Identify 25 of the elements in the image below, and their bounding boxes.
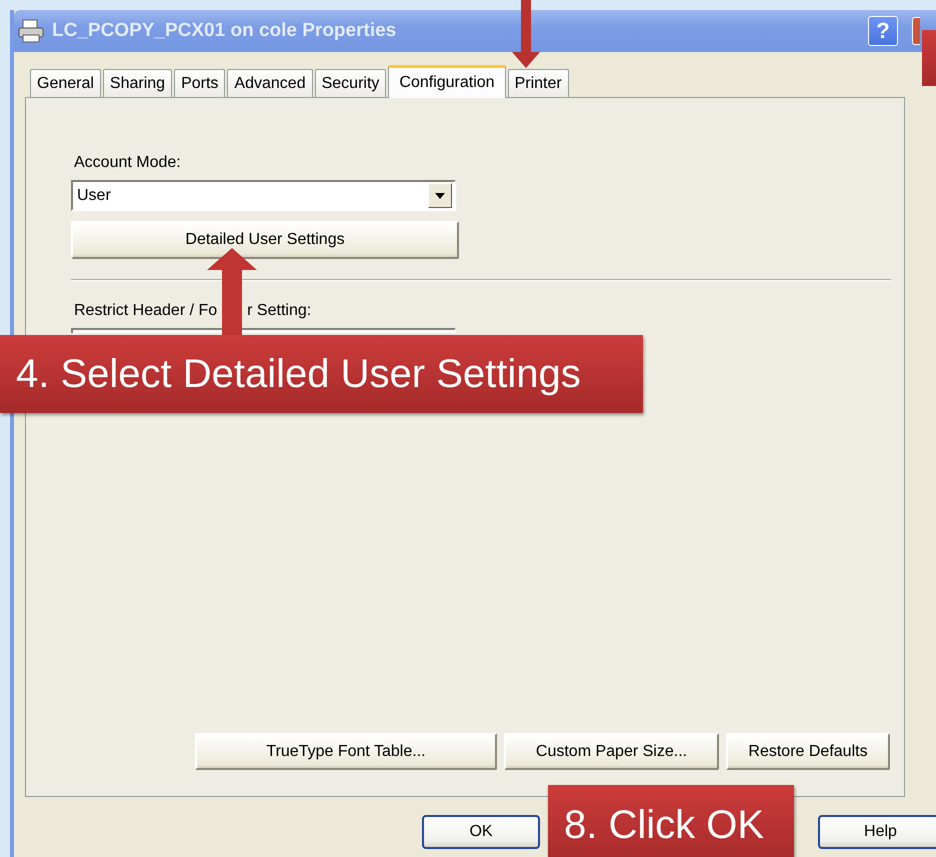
tab[interactable]: Advanced [227,69,313,97]
field-label: Restrict Header / Fo [74,302,218,320]
panel-button[interactable]: Custom Paper Size... [504,733,719,770]
tab[interactable]: Security [314,69,386,97]
field-label: r Setting: [247,302,312,320]
panel-button[interactable]: Restore Defaults [726,733,890,770]
header-footer-dropdown[interactable] [71,328,456,333]
dropdown-value: User [76,186,112,204]
account-mode-dropdown[interactable]: User [71,180,456,211]
callout-label: 4. Select Detailed User Settings [0,335,643,413]
callout-label: 8. Click OK [548,785,794,857]
callout-box [922,30,936,86]
close-button[interactable] [912,17,920,45]
tab[interactable]: Ports [174,69,226,97]
ok-button[interactable]: OK [422,815,540,849]
window-title: LC_PCOPY_PCX01 on cole Properties [52,20,396,42]
printer-icon [18,19,44,43]
detailed-user-settings-button[interactable]: Detailed User Settings [71,221,459,259]
tab[interactable]: General [30,69,101,97]
help-button[interactable]: Help [818,815,936,849]
tab[interactable]: Printer [508,69,569,97]
tab[interactable]: Sharing [102,69,172,97]
tab[interactable]: Configuration [388,65,506,98]
field-label: Account Mode: [74,154,182,172]
panel-button[interactable]: TrueType Font Table... [195,733,497,770]
